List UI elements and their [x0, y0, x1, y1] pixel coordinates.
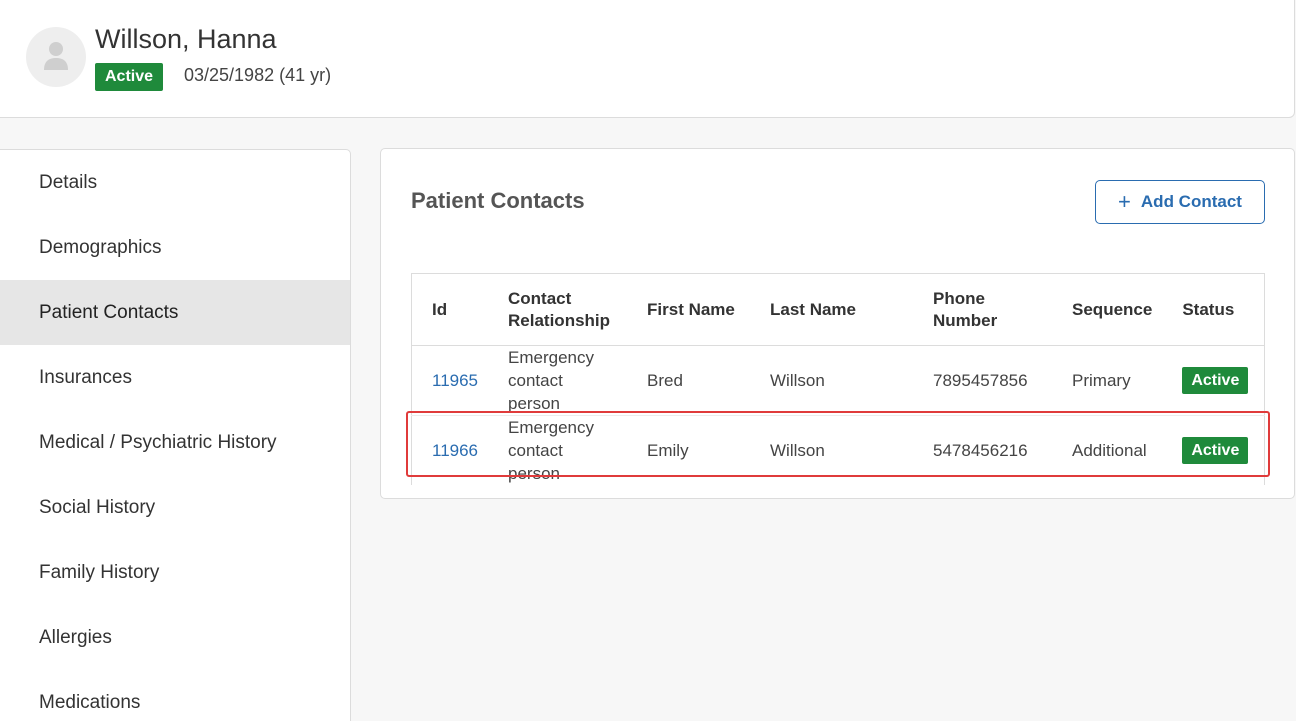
column-header-last-name[interactable]: Last Name	[750, 273, 914, 346]
column-header-relationship[interactable]: Contact Relationship	[488, 273, 628, 346]
sidebar-item-patient-contacts[interactable]: Patient Contacts	[0, 280, 350, 345]
section-title: Patient Contacts	[411, 188, 585, 213]
column-header-id[interactable]: Id	[411, 273, 489, 346]
cell-relationship: Emergency contact person	[488, 345, 628, 416]
cell-last-name: Willson	[770, 441, 825, 460]
patient-header: Willson, Hanna Active 03/25/1982 (41 yr)	[0, 0, 1295, 118]
patient-dob: 03/25/1982 (41 yr)	[184, 65, 332, 85]
sidebar-item-allergies[interactable]: Allergies	[0, 605, 350, 670]
cell-id: 11965	[411, 345, 489, 416]
sidebar-item-insurances[interactable]: Insurances	[0, 345, 350, 410]
table-row[interactable]: 11965 Emergency contact person Bred Will…	[411, 345, 1266, 416]
status-badge: Active	[1182, 367, 1249, 394]
status-badge: Active	[1182, 437, 1249, 464]
add-contact-button[interactable]: + Add Contact	[1095, 180, 1265, 224]
patient-name: Willson, Hanna	[95, 24, 277, 54]
avatar	[26, 27, 86, 87]
sidebar-item-medications[interactable]: Medications	[0, 670, 350, 721]
cell-phone: 7895457856	[913, 345, 1053, 416]
patient-contacts-card: Patient Contacts + Add Contact Id Contac…	[380, 148, 1295, 499]
patient-status-badge: Active	[95, 63, 163, 91]
cell-sequence: Additional	[1072, 441, 1147, 460]
column-header-phone[interactable]: Phone Number	[913, 273, 1053, 346]
cell-relationship: Emergency contact person	[508, 418, 594, 483]
column-header-first-name[interactable]: First Name	[627, 273, 751, 346]
sidebar-item-family-history[interactable]: Family History	[0, 540, 350, 605]
cell-first-name: Bred	[627, 345, 751, 416]
add-contact-label: Add Contact	[1140, 192, 1242, 211]
cell-sequence: Primary	[1052, 345, 1163, 416]
sidebar-item-social-history[interactable]: Social History	[0, 475, 350, 540]
contacts-table: Id Contact Relationship First Name Last …	[411, 273, 1266, 485]
cell-status: Active	[1162, 415, 1266, 485]
sidebar-item-demographics[interactable]: Demographics	[0, 215, 350, 280]
cell-status: Active	[1162, 345, 1266, 416]
table-header-row: Id Contact Relationship First Name Last …	[411, 273, 1266, 346]
sidebar-nav: Details Demographics Patient Contacts In…	[0, 149, 351, 721]
contact-id-link[interactable]: 11966	[432, 441, 478, 460]
plus-icon: +	[1118, 189, 1131, 214]
sidebar-item-medical-psychiatric-history[interactable]: Medical / Psychiatric History	[0, 410, 350, 475]
cell-id: 11966	[411, 415, 489, 485]
column-header-sequence[interactable]: Sequence	[1052, 273, 1163, 346]
column-header-status[interactable]: Status	[1162, 273, 1266, 346]
cell-first-name: Emily	[647, 441, 689, 460]
table-row[interactable]: 11966 Emergency contact person Emily Wil…	[411, 415, 1266, 485]
sidebar-item-details[interactable]: Details	[0, 150, 350, 215]
cell-last-name: Willson	[750, 345, 914, 416]
cell-phone: 5478456216	[933, 441, 1028, 460]
user-icon	[44, 42, 68, 70]
contact-id-link[interactable]: 11965	[432, 371, 478, 390]
